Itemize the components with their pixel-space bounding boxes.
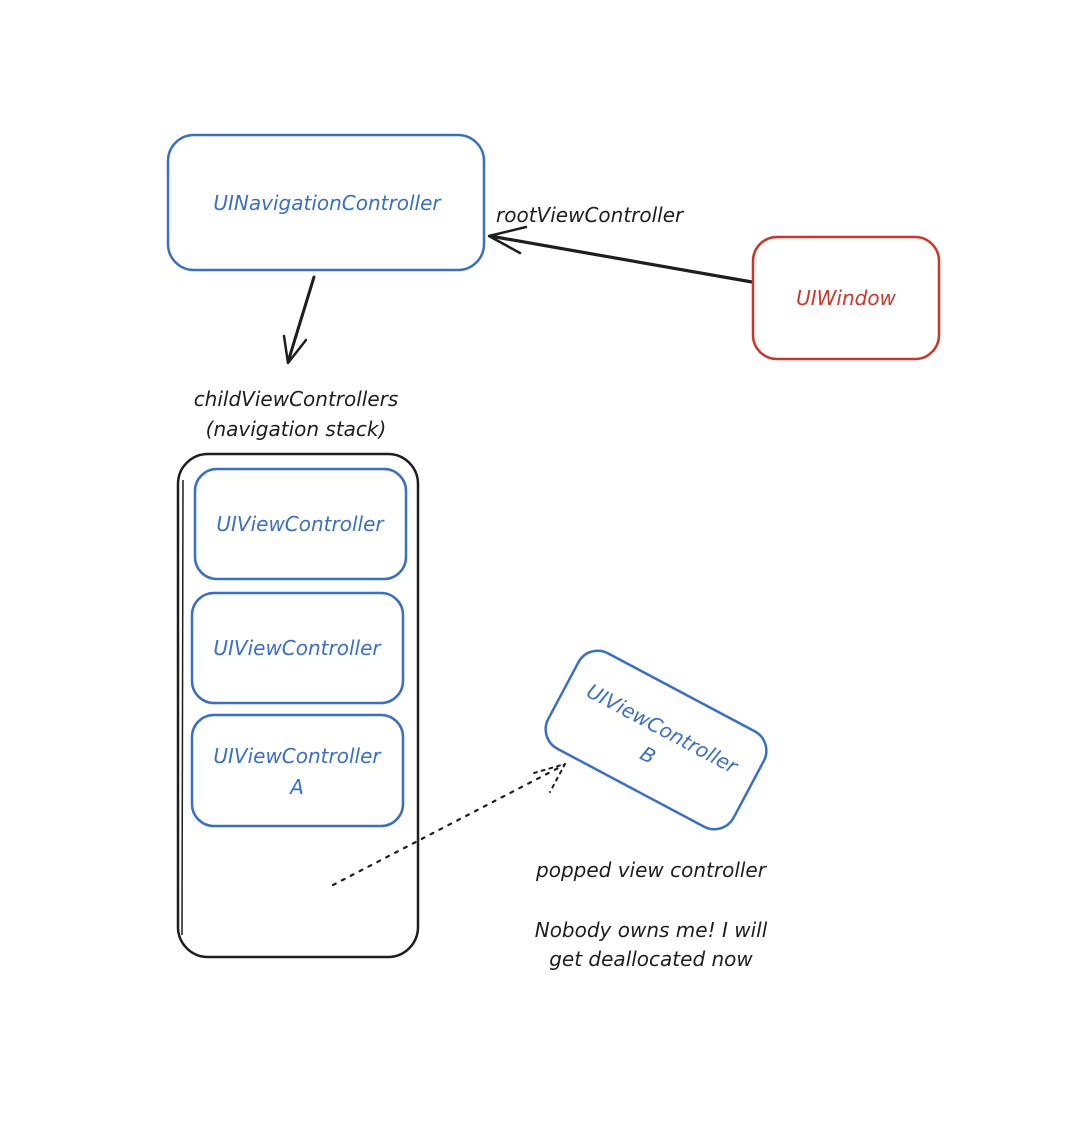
stack-view-controller-a-box <box>190 713 405 828</box>
popped-view-controller-b-box <box>544 649 768 831</box>
root-view-controller-edge: rootViewController <box>487 203 754 284</box>
window-node[interactable]: UIWindow <box>751 235 941 361</box>
stack-view-controller-1[interactable]: UIViewController <box>193 467 408 581</box>
stack-view-controller-2-label: UIViewController <box>213 636 382 660</box>
stack-view-controller-a-label-line1: UIViewController <box>213 744 382 768</box>
navigation-stack[interactable]: UIViewController UIViewController UIView… <box>176 452 420 959</box>
child-controllers-caption-line2: (navigation stack) <box>206 417 387 441</box>
diagram-canvas: UINavigationController rootViewControlle… <box>166 133 941 971</box>
nav-controller-label: UINavigationController <box>213 191 442 215</box>
popped-view-controller-b[interactable]: UIViewController B <box>538 643 774 837</box>
window-label: UIWindow <box>796 286 896 310</box>
navigation-stack-inner-stroke <box>181 479 184 936</box>
nobody-owns-line1: Nobody owns me! I will <box>535 918 768 942</box>
popped-view-controller-b-label-line2: B <box>636 741 659 769</box>
root-view-controller-label: rootViewController <box>496 203 685 227</box>
stack-view-controller-2[interactable]: UIViewController <box>190 591 405 705</box>
stack-view-controller-a[interactable]: UIViewController A <box>190 713 405 828</box>
child-controllers-arrow <box>286 275 316 364</box>
nobody-owns-line2: get deallocated now <box>549 947 753 971</box>
popped-view-controller-b-label-line1: UIViewController <box>583 679 744 780</box>
child-controllers-edge <box>282 275 316 365</box>
child-controllers-caption-line1: childViewControllers <box>194 387 399 411</box>
nav-controller-node[interactable]: UINavigationController <box>166 133 486 272</box>
root-view-controller-arrow <box>488 234 754 284</box>
popped-caption: popped view controller <box>535 858 768 882</box>
stack-view-controller-a-label-line2: A <box>288 775 304 799</box>
stack-view-controller-1-label: UIViewController <box>216 512 385 536</box>
popped-edge <box>331 763 566 887</box>
